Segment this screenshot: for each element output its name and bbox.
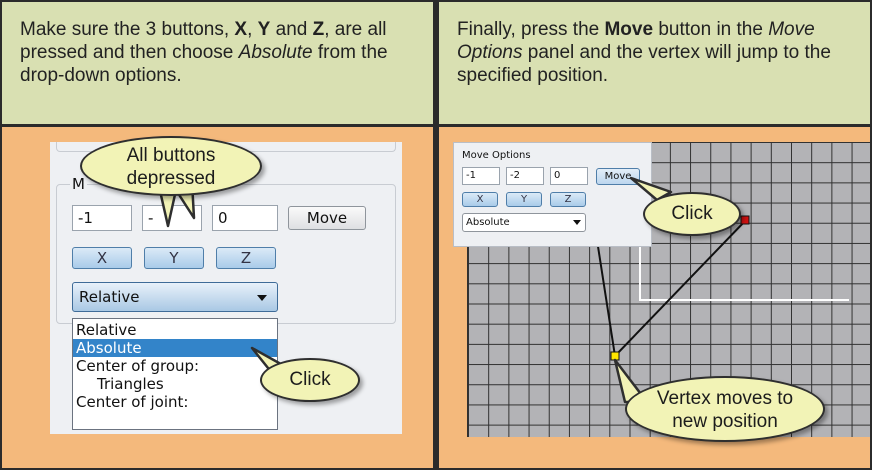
position-mode-select[interactable]: Absolute xyxy=(462,213,586,232)
right-step-panel: Finally, press the Move button in the Mo… xyxy=(439,2,870,468)
position-mode-select[interactable]: Relative xyxy=(72,282,278,312)
z-value-field[interactable]: 0 xyxy=(550,167,588,185)
x-toggle-button[interactable]: X xyxy=(462,192,498,207)
move-button[interactable]: Move xyxy=(288,206,366,230)
select-value: Absolute xyxy=(466,217,510,228)
x-value-field[interactable]: -1 xyxy=(72,205,132,231)
chevron-down-icon xyxy=(257,295,267,301)
callout-click: Click xyxy=(643,192,741,236)
select-value: Relative xyxy=(79,288,140,306)
move-options-panel: Move Options -1 -2 0 Move X Y Z Absolute xyxy=(453,142,652,247)
option-relative[interactable]: Relative xyxy=(73,321,277,339)
vertex-original-marker xyxy=(740,215,750,225)
y-toggle-button[interactable]: Y xyxy=(506,192,542,207)
y-toggle-button[interactable]: Y xyxy=(144,247,204,269)
option-center-of-joint[interactable]: Center of joint: xyxy=(73,393,277,411)
callout-click: Click xyxy=(260,358,360,402)
edge-line xyxy=(596,239,616,357)
callout-vertex-moves: Vertex moves to new position xyxy=(625,376,825,442)
option-center-of-group[interactable]: Center of group: xyxy=(73,357,277,375)
option-triangles[interactable]: Triangles xyxy=(73,375,277,393)
left-step-panel: Make sure the 3 buttons, X, Y and Z, are… xyxy=(2,2,433,468)
z-toggle-button[interactable]: Z xyxy=(550,192,586,207)
chevron-down-icon xyxy=(573,220,581,225)
callout-buttons-depressed: All buttons depressed xyxy=(80,136,262,196)
y-value-field[interactable]: -2 xyxy=(506,167,544,185)
x-toggle-button[interactable]: X xyxy=(72,247,132,269)
group-label: M xyxy=(70,175,87,193)
left-caption: Make sure the 3 buttons, X, Y and Z, are… xyxy=(2,2,433,127)
x-value-field[interactable]: -1 xyxy=(462,167,500,185)
z-value-field[interactable]: 0 xyxy=(212,205,278,231)
move-options-title: Move Options xyxy=(462,150,531,161)
z-toggle-button[interactable]: Z xyxy=(216,247,276,269)
option-absolute[interactable]: Absolute xyxy=(73,339,277,357)
